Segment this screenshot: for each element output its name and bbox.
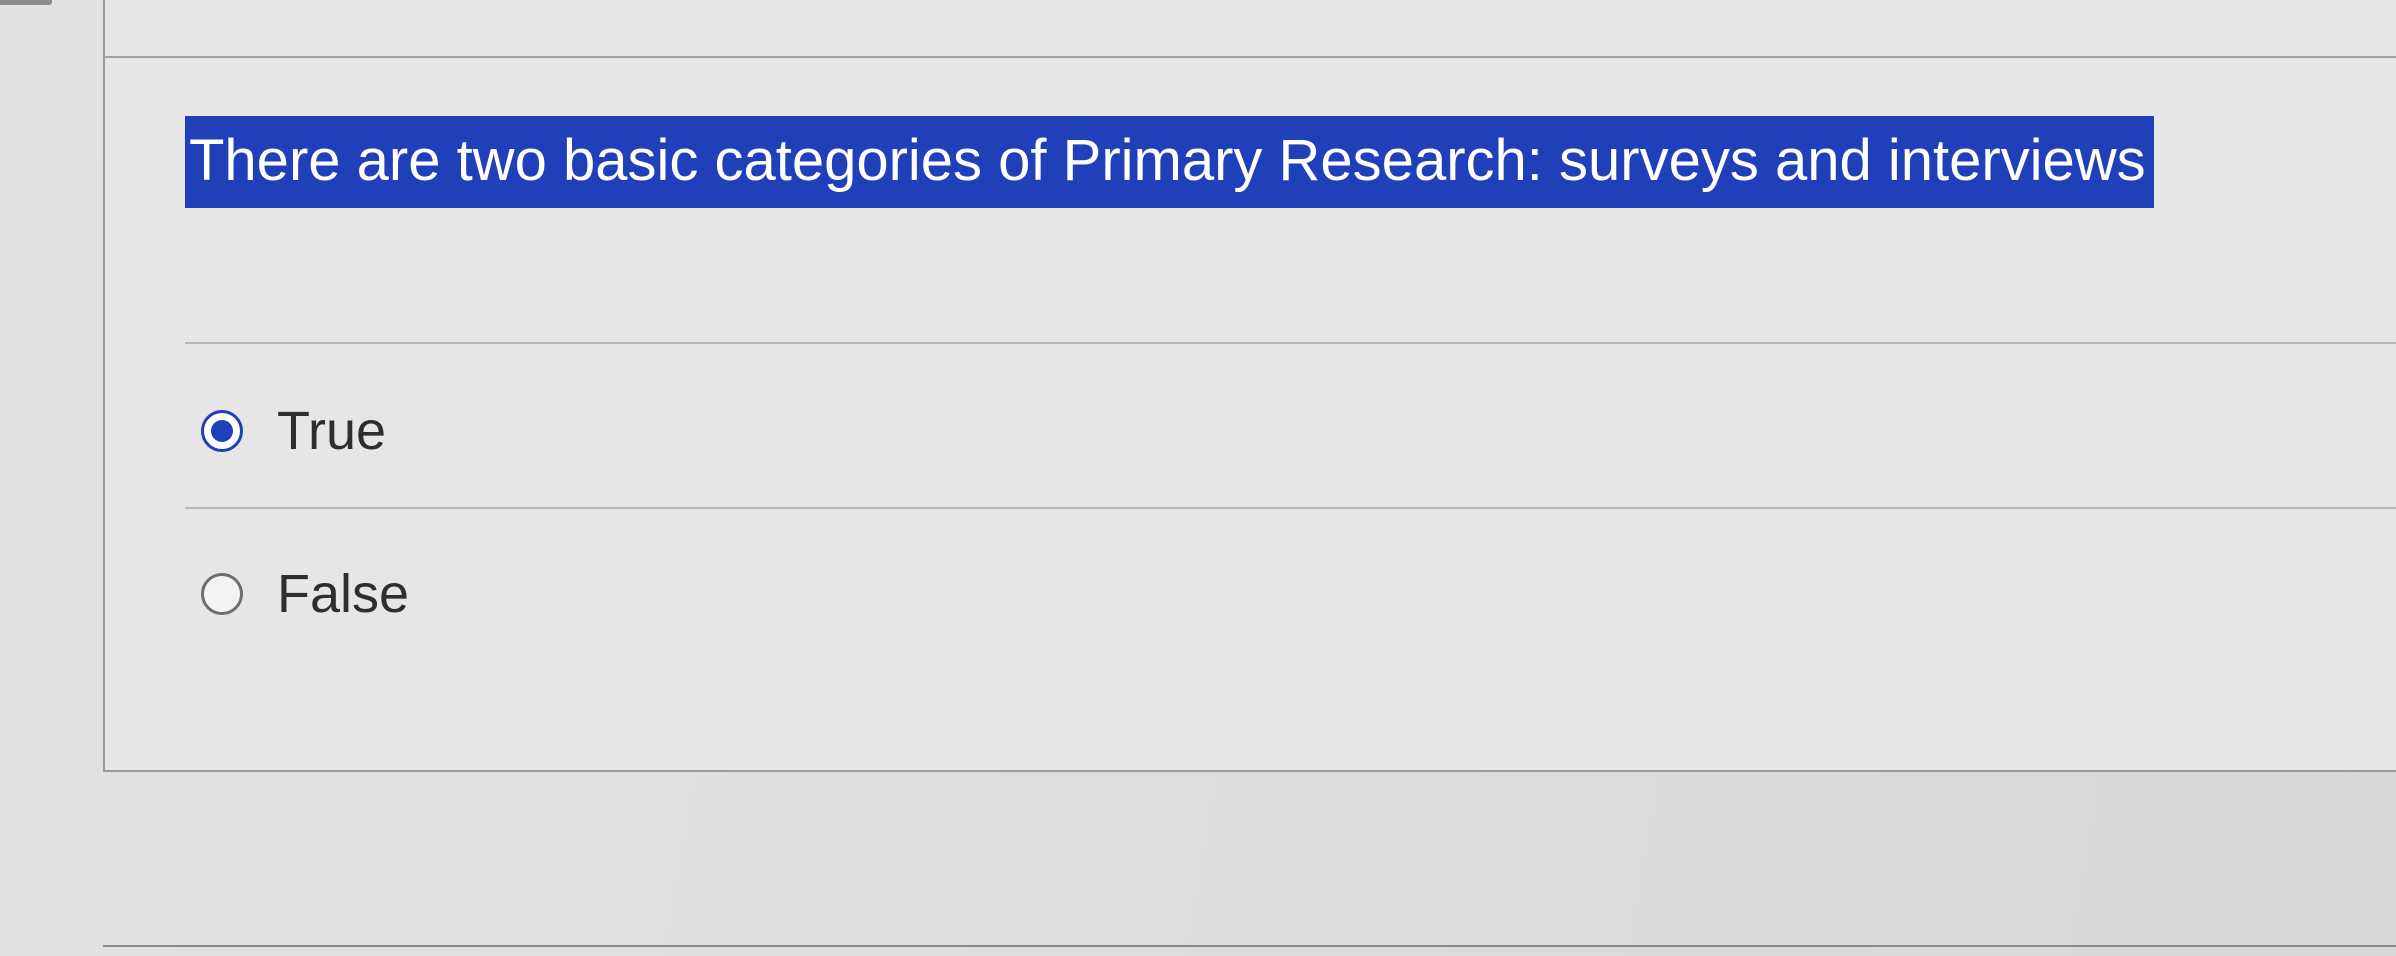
option-divider-top [185, 342, 2396, 344]
question-text-container: There are two basic categories of Primar… [185, 116, 2154, 208]
next-card-top-edge [103, 945, 2396, 947]
corner-mark [0, 0, 52, 5]
option-label-false[interactable]: False [277, 564, 409, 624]
option-true[interactable]: True [201, 401, 386, 461]
question-text[interactable]: There are two basic categories of Primar… [185, 116, 2154, 208]
radio-button-false[interactable] [201, 573, 243, 615]
option-false[interactable]: False [201, 564, 409, 624]
option-divider-middle [185, 507, 2396, 509]
question-card: There are two basic categories of Primar… [103, 0, 2396, 772]
radio-selected-dot [211, 420, 233, 442]
card-header-divider [105, 56, 2396, 58]
radio-button-true[interactable] [201, 410, 243, 452]
option-label-true[interactable]: True [277, 401, 386, 461]
